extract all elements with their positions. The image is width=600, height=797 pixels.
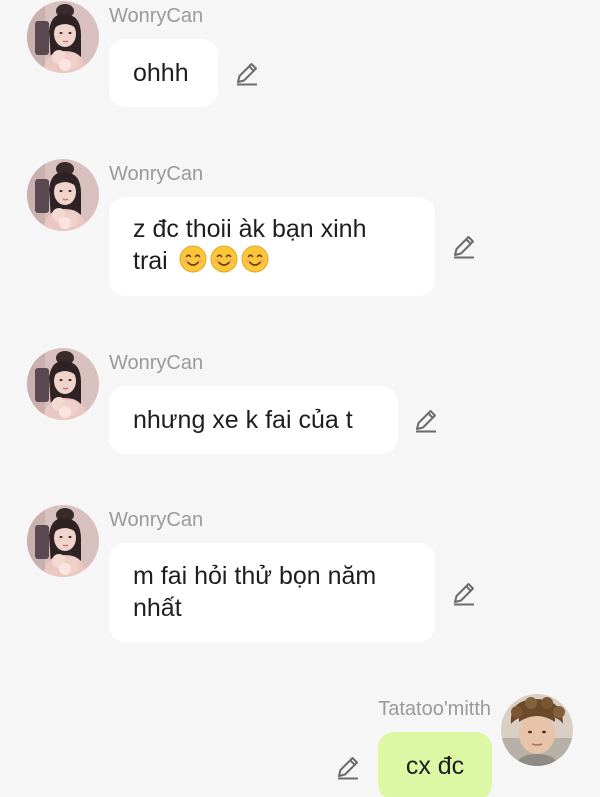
sender-name: Tatatoo'mitth (378, 698, 491, 720)
avatar-image (27, 348, 99, 420)
message-bubble[interactable]: nhưng xe k fai của t (109, 386, 398, 454)
message-bubble[interactable]: m fai hỏi thử bọn năm nhất (109, 543, 435, 642)
message-text: ohhh (133, 59, 189, 87)
message-text: trai (133, 247, 168, 275)
avatar-image (27, 1, 99, 73)
avatar[interactable] (501, 694, 573, 766)
sender-name: WonryCan (109, 509, 204, 531)
sender-name: WonryCan (109, 352, 204, 374)
avatar-image (501, 694, 573, 766)
smiling-face-emoji-icon (179, 245, 207, 273)
pencil-edit-icon[interactable] (234, 60, 260, 86)
message-bubble[interactable]: z đc thoii àk bạn xinh trai (109, 197, 435, 296)
sender-name: WonryCan (109, 5, 204, 27)
avatar-image (27, 505, 99, 577)
pencil-edit-icon[interactable] (335, 754, 361, 780)
message-text-line: z đc thoii àk bạn xinh (133, 215, 367, 243)
pencil-edit-icon[interactable] (451, 580, 477, 606)
message-text-line-2: nhất (133, 594, 182, 622)
avatar[interactable] (27, 505, 99, 577)
smiling-face-emoji-icon (210, 245, 238, 273)
message-text: nhưng xe k fai của t (133, 406, 353, 434)
pencil-edit-icon[interactable] (451, 233, 477, 259)
avatar-image (27, 159, 99, 231)
chat-conversation: WonryCan ohhh WonryCan z đc thoii àk bạn… (0, 0, 600, 797)
smiling-face-emoji-icon (241, 245, 269, 273)
avatar[interactable] (27, 159, 99, 231)
message-bubble[interactable]: ohhh (109, 39, 218, 107)
avatar[interactable] (27, 348, 99, 420)
message-bubble[interactable]: cx đc (378, 732, 492, 797)
sender-name: WonryCan (109, 163, 204, 185)
pencil-edit-icon[interactable] (413, 407, 439, 433)
avatar[interactable] (27, 1, 99, 73)
message-text-line-2: trai (133, 245, 366, 277)
message-text-line: m fai hỏi thử bọn năm (133, 562, 377, 590)
message-text: cx đc (405, 752, 465, 780)
